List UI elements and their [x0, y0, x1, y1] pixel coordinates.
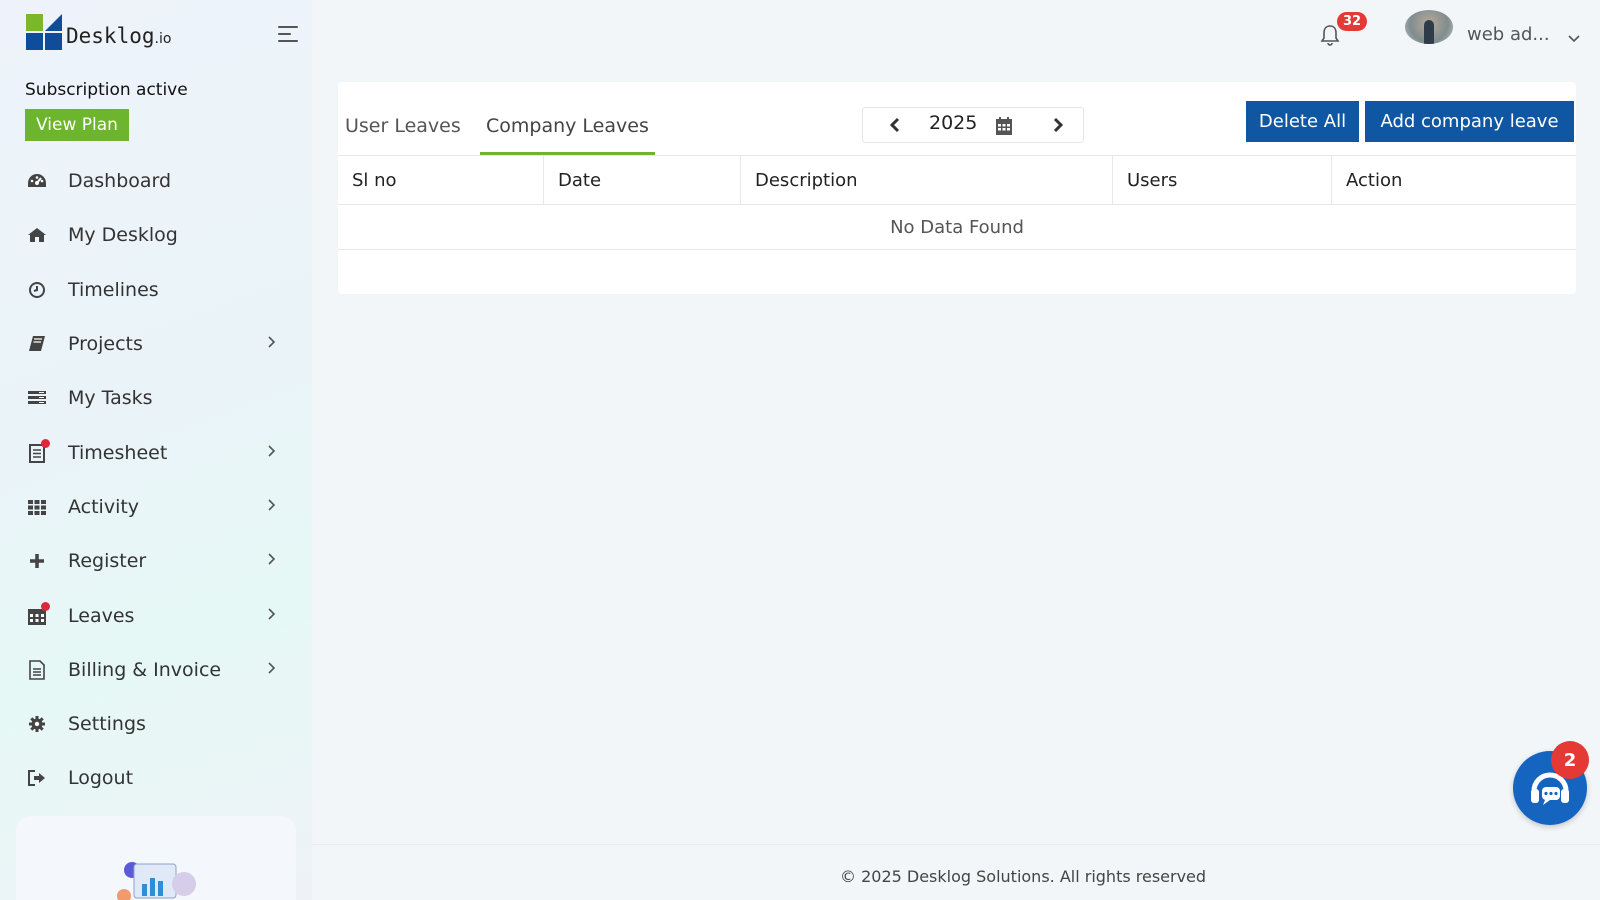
logo-mark-icon — [26, 14, 62, 50]
desklog-logo[interactable]: Desklog.io — [26, 14, 171, 50]
chat-count-badge: 2 — [1551, 741, 1589, 779]
sidebar-item-timelines[interactable]: Timelines — [0, 263, 312, 317]
selected-year[interactable]: 2025 — [929, 112, 977, 134]
sidebar-nav: Dashboard My Desklog Timelines Projects — [0, 154, 312, 806]
sidebar-item-logout[interactable]: Logout — [0, 751, 312, 805]
sidebar-item-label: Logout — [68, 767, 134, 790]
promo-illustration — [112, 856, 202, 900]
sidebar-item-label: My Desklog — [68, 224, 178, 247]
chevron-right-icon[interactable] — [1053, 117, 1064, 137]
tab-company-leaves[interactable]: Company Leaves — [486, 115, 649, 137]
clock-icon — [27, 280, 47, 300]
table-header: Sl no Date Description Users Action — [338, 155, 1576, 205]
menu-toggle-icon[interactable] — [278, 26, 298, 42]
promo-card — [16, 816, 296, 900]
logo-text: Desklog.io — [66, 24, 172, 48]
sidebar: Desklog.io Subscription active View Plan… — [0, 0, 312, 900]
plus-icon — [27, 551, 47, 571]
sidebar-item-label: Timelines — [68, 278, 159, 301]
invoice-icon — [27, 660, 47, 680]
add-company-leave-button[interactable]: Add company leave — [1365, 101, 1574, 142]
calendar-icon — [27, 601, 50, 626]
sidebar-item-leaves[interactable]: Leaves — [0, 588, 312, 642]
sidebar-item-label: Dashboard — [68, 170, 172, 193]
subscription-status: Subscription active — [25, 80, 188, 100]
book-icon — [27, 334, 47, 354]
sidebar-item-label: Activity — [68, 495, 140, 518]
bell-icon[interactable] — [1320, 24, 1340, 50]
column-header-description: Description — [741, 156, 1113, 205]
chevron-down-icon[interactable] — [1568, 28, 1580, 47]
calendar-picker-icon[interactable] — [995, 116, 1013, 140]
chevron-right-icon — [268, 662, 276, 678]
chevron-right-icon — [268, 336, 276, 352]
sidebar-item-label: Register — [68, 550, 147, 573]
username[interactable]: web ad... — [1467, 24, 1550, 45]
sidebar-item-billing-invoice[interactable]: Billing & Invoice — [0, 643, 312, 697]
footer: © 2025 Desklog Solutions. All rights res… — [312, 844, 1600, 900]
timesheet-icon — [27, 438, 50, 463]
sidebar-item-my-tasks[interactable]: My Tasks — [0, 371, 312, 425]
avatar[interactable] — [1405, 10, 1453, 44]
copyright-text: © 2025 Desklog Solutions. All rights res… — [840, 867, 1207, 886]
column-header-date: Date — [544, 156, 741, 205]
tab-user-leaves[interactable]: User Leaves — [345, 115, 461, 137]
sidebar-item-label: Projects — [68, 333, 143, 356]
chevron-right-icon — [268, 445, 276, 461]
sidebar-item-activity[interactable]: Activity — [0, 480, 312, 534]
chevron-right-icon — [268, 499, 276, 515]
sidebar-item-dashboard[interactable]: Dashboard — [0, 154, 312, 208]
sidebar-item-label: My Tasks — [68, 387, 153, 410]
sidebar-item-label: Billing & Invoice — [68, 658, 222, 681]
delete-all-button[interactable]: Delete All — [1246, 101, 1359, 142]
notification-dot — [41, 438, 50, 448]
chevron-right-icon — [268, 553, 276, 569]
tasks-icon — [27, 388, 47, 408]
sidebar-item-label: Settings — [68, 713, 146, 736]
grid-icon — [27, 497, 47, 517]
column-header-users: Users — [1113, 156, 1332, 205]
notification-dot — [41, 601, 50, 611]
chevron-left-icon[interactable] — [889, 117, 900, 137]
chevron-right-icon — [268, 607, 276, 624]
sidebar-item-register[interactable]: Register — [0, 534, 312, 588]
sidebar-item-my-desklog[interactable]: My Desklog — [0, 208, 312, 262]
sidebar-item-label: Leaves — [68, 604, 135, 627]
sidebar-item-label: Timesheet — [68, 441, 168, 464]
sidebar-item-settings[interactable]: Settings — [0, 697, 312, 751]
column-header-action: Action — [1346, 170, 1403, 191]
column-header-sl-no: Sl no — [338, 156, 544, 205]
logout-icon — [27, 768, 47, 788]
view-plan-button[interactable]: View Plan — [25, 109, 129, 141]
dashboard-icon — [27, 171, 47, 191]
home-icon — [27, 225, 47, 245]
sidebar-item-projects[interactable]: Projects — [0, 317, 312, 371]
notification-count-badge: 32 — [1337, 12, 1368, 31]
sidebar-item-timesheet[interactable]: Timesheet — [0, 425, 312, 479]
gear-icon — [27, 714, 47, 734]
empty-state-row: No Data Found — [338, 205, 1576, 250]
